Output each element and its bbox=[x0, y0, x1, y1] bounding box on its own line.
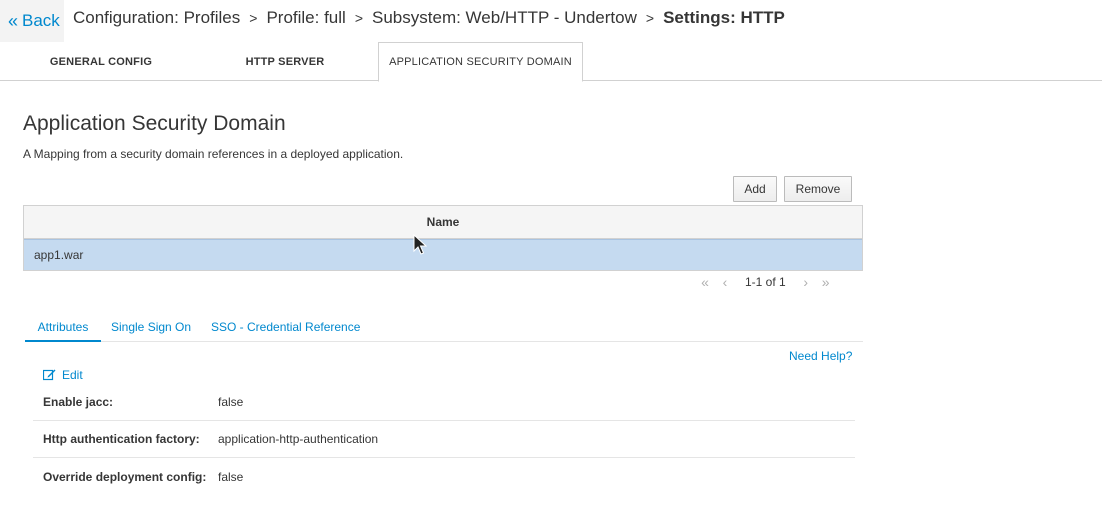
pager: « ‹ 1-1 of 1 › » bbox=[695, 273, 836, 291]
remove-button[interactable]: Remove bbox=[784, 176, 852, 202]
back-label: Back bbox=[22, 11, 60, 30]
tab-attributes[interactable]: Attributes bbox=[25, 313, 101, 342]
column-header-name[interactable]: Name bbox=[24, 206, 862, 239]
chevron-right-icon: > bbox=[249, 10, 258, 26]
tab-http-server[interactable]: HTTP SERVER bbox=[207, 42, 363, 81]
chevron-right-icon[interactable]: › bbox=[796, 274, 816, 290]
attribute-label: Enable jacc: bbox=[43, 395, 114, 409]
table-row[interactable]: app1.war bbox=[24, 239, 862, 270]
attribute-row-override-deployment-config: Override deployment config: false bbox=[33, 458, 855, 495]
attribute-value: false bbox=[218, 469, 244, 484]
double-chevron-right-icon[interactable]: » bbox=[816, 274, 836, 290]
attribute-value: false bbox=[218, 395, 244, 409]
breadcrumb-profile[interactable]: Profile: full bbox=[266, 8, 345, 28]
edit-label: Edit bbox=[62, 368, 83, 382]
edit-button[interactable]: Edit bbox=[43, 368, 83, 382]
tab-general-config[interactable]: GENERAL CONFIG bbox=[25, 42, 177, 81]
page-description: A Mapping from a security domain referen… bbox=[23, 147, 404, 161]
detail-tabs: Attributes Single Sign On SSO - Credenti… bbox=[25, 313, 863, 342]
attribute-label: Override deployment config: bbox=[43, 469, 207, 484]
edit-icon bbox=[43, 369, 56, 381]
chevron-left-icon[interactable]: ‹ bbox=[715, 274, 735, 290]
security-domain-table: Name app1.war bbox=[23, 205, 863, 271]
main-tabs: GENERAL CONFIG HTTP SERVER APPLICATION S… bbox=[0, 42, 1102, 82]
need-help-link[interactable]: Need Help? bbox=[789, 349, 852, 363]
attribute-label: Http authentication factory: bbox=[43, 432, 200, 446]
tab-single-sign-on[interactable]: Single Sign On bbox=[111, 313, 191, 341]
breadcrumb-bar: « Back Configuration: Profiles > Profile… bbox=[0, 0, 1102, 42]
breadcrumb-profiles[interactable]: Configuration: Profiles bbox=[73, 8, 240, 28]
add-button[interactable]: Add bbox=[733, 176, 777, 202]
breadcrumb-subsystem[interactable]: Subsystem: Web/HTTP - Undertow bbox=[372, 8, 637, 28]
tab-sso-credential-reference[interactable]: SSO - Credential Reference bbox=[211, 313, 360, 341]
double-chevron-left-icon[interactable]: « bbox=[695, 274, 715, 290]
breadcrumb: Configuration: Profiles > Profile: full … bbox=[73, 8, 785, 28]
mouse-cursor-icon bbox=[413, 234, 427, 255]
chevron-right-icon: > bbox=[354, 10, 364, 26]
breadcrumb-current: Settings: HTTP bbox=[663, 8, 785, 27]
back-button[interactable]: « Back bbox=[0, 0, 64, 42]
attribute-row-enable-jacc: Enable jacc: false bbox=[33, 384, 855, 421]
attribute-value: application-http-authentication bbox=[218, 432, 379, 446]
pager-info: 1-1 of 1 bbox=[745, 275, 786, 289]
tab-application-security-domain[interactable]: APPLICATION SECURITY DOMAIN bbox=[378, 42, 583, 82]
table-cell-name: app1.war bbox=[34, 248, 84, 262]
page-title: Application Security Domain bbox=[23, 112, 286, 135]
attribute-row-http-auth-factory: Http authentication factory: application… bbox=[33, 421, 855, 458]
double-chevron-left-icon: « bbox=[8, 11, 19, 31]
chevron-right-icon: > bbox=[645, 10, 655, 26]
